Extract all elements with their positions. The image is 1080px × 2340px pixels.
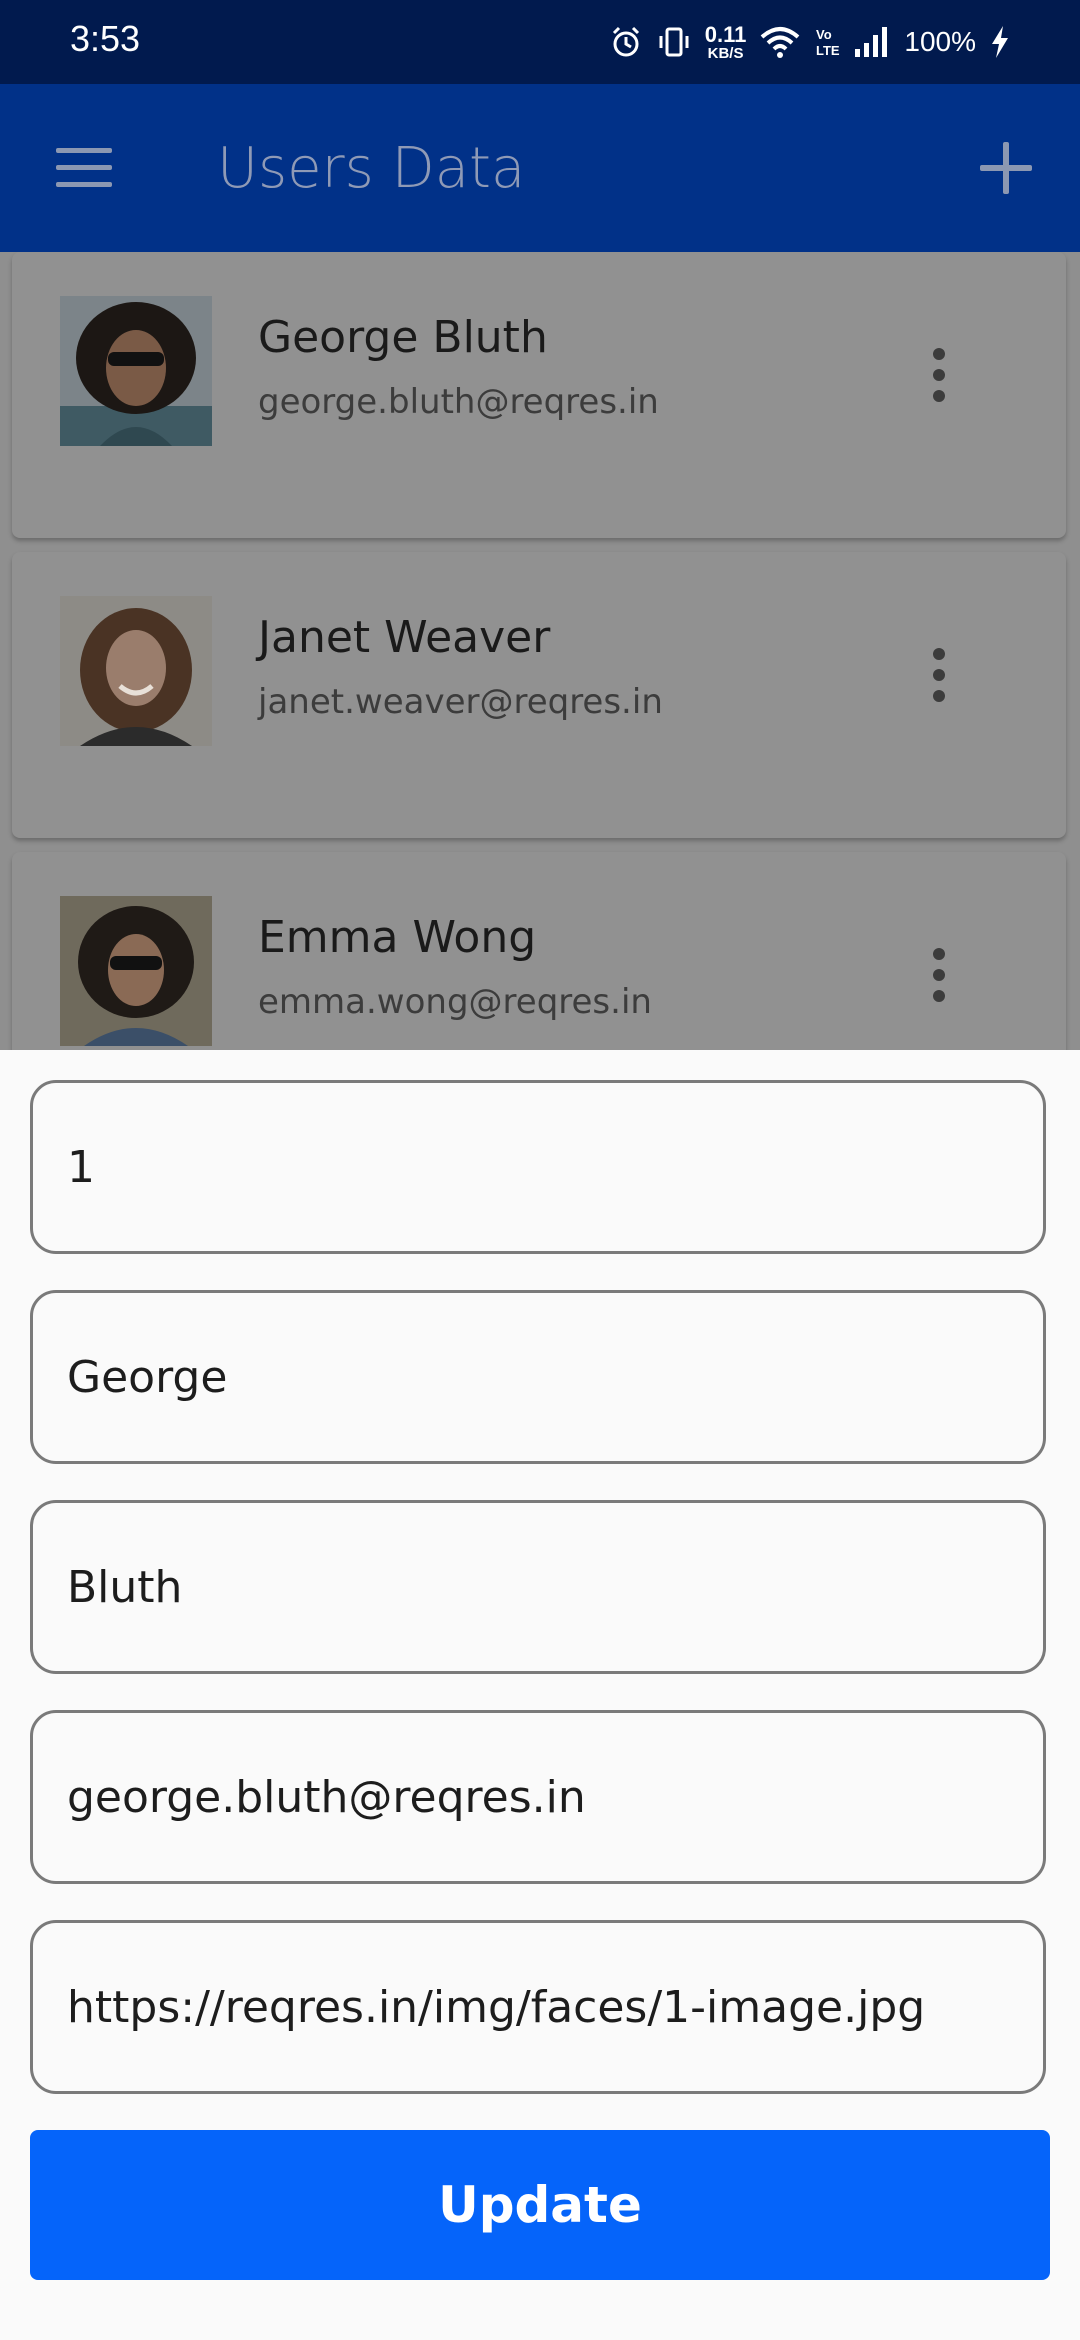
volte-icon: Vo LTE xyxy=(816,27,840,58)
page-title: Users Data xyxy=(217,136,526,201)
id-input[interactable] xyxy=(67,1083,1007,1251)
status-icons: 0.11 KB/S Vo LTE 100% xyxy=(609,18,1010,66)
user-name: George Bluth xyxy=(258,312,548,363)
status-bar: 3:53 0.11 KB/S Vo LTE 100% xyxy=(0,0,1080,84)
svg-text:Vo: Vo xyxy=(816,27,832,42)
user-list: George Bluth george.bluth@reqres.in Jane… xyxy=(0,252,1080,1050)
email-field[interactable] xyxy=(30,1710,1046,1884)
user-card[interactable]: Emma Wong emma.wong@reqres.in xyxy=(12,852,1066,1050)
app-bar: Users Data xyxy=(0,84,1080,252)
user-avatar xyxy=(60,296,212,446)
last-name-input[interactable] xyxy=(67,1503,1007,1671)
more-vert-icon[interactable] xyxy=(932,948,946,1002)
update-button[interactable]: Update xyxy=(30,2130,1050,2280)
user-email: janet.weaver@reqres.in xyxy=(258,682,663,722)
email-input[interactable] xyxy=(67,1713,1007,1881)
battery-percent: 100% xyxy=(904,26,976,57)
edit-user-bottom-sheet: Update xyxy=(0,1050,1080,2340)
id-field[interactable] xyxy=(30,1080,1046,1254)
user-email: george.bluth@reqres.in xyxy=(258,382,659,422)
user-card[interactable]: George Bluth george.bluth@reqres.in xyxy=(12,252,1066,538)
user-card[interactable]: Janet Weaver janet.weaver@reqres.in xyxy=(12,552,1066,838)
user-email: emma.wong@reqres.in xyxy=(258,982,652,1022)
network-speed-unit: KB/S xyxy=(707,44,744,62)
charging-bolt-icon xyxy=(992,26,1008,58)
vibrate-icon xyxy=(659,27,689,57)
avatar-url-field[interactable] xyxy=(30,1920,1046,2094)
first-name-input[interactable] xyxy=(67,1293,1007,1461)
screen: 3:53 0.11 KB/S Vo LTE 100% Users Data Ge… xyxy=(0,0,1080,2340)
network-speed: 0.11 KB/S xyxy=(704,21,747,62)
first-name-field[interactable] xyxy=(30,1290,1046,1464)
alarm-icon xyxy=(612,26,639,57)
user-name: Emma Wong xyxy=(258,912,537,963)
status-time: 3:53 xyxy=(70,18,141,59)
wifi-icon xyxy=(761,27,800,58)
user-name: Janet Weaver xyxy=(258,612,551,663)
last-name-field[interactable] xyxy=(30,1500,1046,1674)
svg-text:LTE: LTE xyxy=(816,43,840,58)
add-user-plus-icon[interactable] xyxy=(980,142,1032,194)
user-avatar xyxy=(60,896,212,1046)
network-speed-value: 0.11 xyxy=(704,21,747,47)
avatar-url-input[interactable] xyxy=(67,1923,1007,2091)
user-avatar xyxy=(60,596,212,746)
signal-icon xyxy=(855,27,888,57)
more-vert-icon[interactable] xyxy=(932,648,946,702)
more-vert-icon[interactable] xyxy=(932,348,946,402)
hamburger-menu-icon[interactable] xyxy=(56,148,112,188)
